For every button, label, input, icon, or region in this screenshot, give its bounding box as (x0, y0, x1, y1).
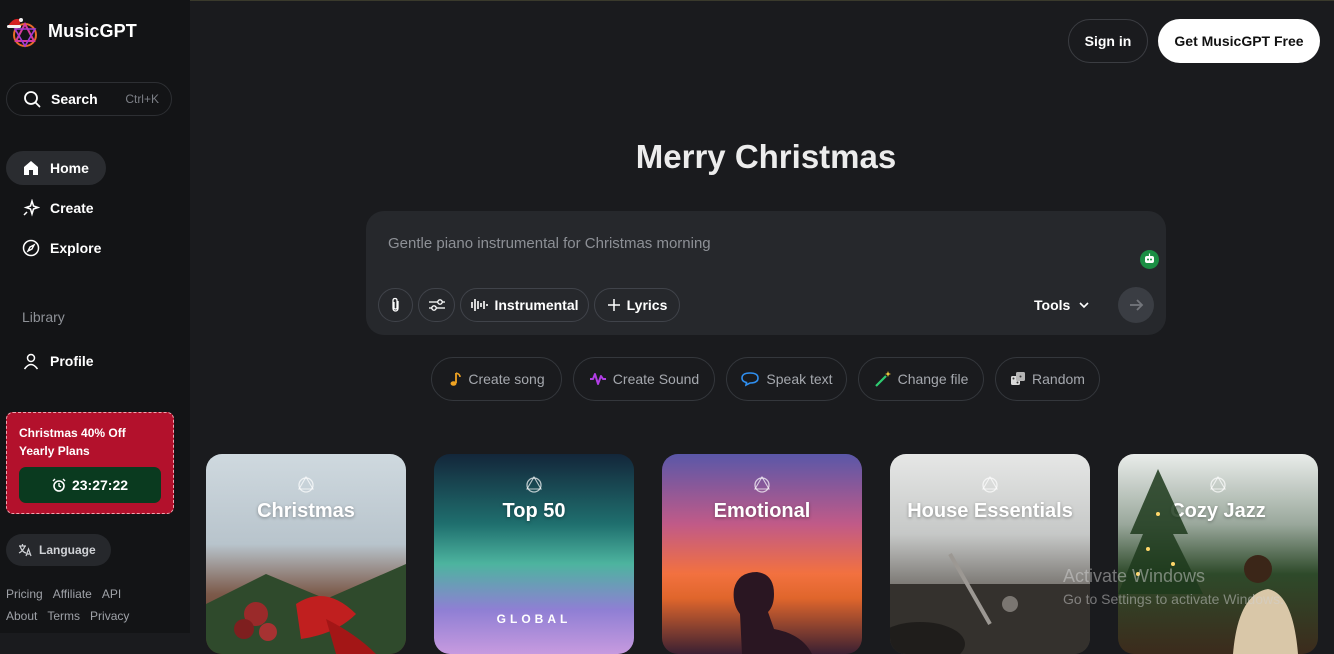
instrumental-label: Instrumental (494, 297, 579, 313)
activate-windows-watermark: Activate Windows Go to Settings to activ… (1063, 566, 1284, 607)
sign-in-button[interactable]: Sign in (1068, 19, 1148, 63)
chip-change-file-label: Change file (897, 371, 969, 387)
musicgpt-watermark-icon (298, 475, 314, 493)
speech-bubble-icon (741, 372, 760, 387)
tools-label: Tools (1034, 297, 1071, 313)
nav-home[interactable]: Home (6, 151, 106, 185)
soundwave-icon (589, 373, 606, 385)
user-icon (23, 353, 39, 370)
chip-speak-text[interactable]: Speak text (726, 357, 847, 401)
footer-affiliate-link[interactable]: Affiliate (53, 587, 92, 601)
promo-timer[interactable]: 23:27:22 (19, 467, 161, 503)
footer-about-link[interactable]: About (6, 609, 37, 623)
chip-create-song-label: Create song (468, 371, 545, 387)
compass-icon (22, 239, 40, 257)
promo-banner[interactable]: Christmas 40% Off Yearly Plans 23:27:22 (6, 412, 174, 514)
playlist-card-christmas[interactable]: Christmas (206, 454, 406, 654)
nav-create-label: Create (50, 200, 94, 216)
plus-icon (607, 299, 620, 311)
send-button[interactable] (1118, 287, 1154, 323)
sliders-icon (428, 299, 445, 311)
search-label: Search (51, 91, 98, 107)
playlist-card-top-50[interactable]: Top 50 GLOBAL (434, 454, 634, 654)
chip-random-label: Random (1032, 371, 1085, 387)
playlist-title: Top 50 (502, 500, 566, 522)
brand-name: MusicGPT (48, 20, 137, 41)
playlist-card-cozy-jazz[interactable]: Cozy Jazz (1118, 454, 1318, 654)
assistant-bot-icon[interactable] (1140, 250, 1159, 269)
dice-icon (1011, 372, 1026, 385)
prompt-input[interactable]: Gentle piano instrumental for Christmas … (388, 235, 711, 252)
nav-explore-label: Explore (50, 240, 102, 256)
footer-links-row2: About Terms Privacy (6, 609, 139, 623)
tools-dropdown[interactable]: Tools (1034, 297, 1090, 313)
footer-terms-link[interactable]: Terms (47, 609, 80, 623)
footer-api-link[interactable]: API (102, 587, 121, 601)
ornament-illustration (206, 564, 406, 654)
silhouette-illustration (733, 572, 812, 654)
brand[interactable]: MusicGPT (6, 14, 137, 48)
music-note-icon (450, 372, 462, 386)
chip-create-song[interactable]: Create song (431, 357, 562, 401)
translate-icon (18, 544, 32, 557)
chip-create-sound-label: Create Sound (612, 371, 700, 387)
turntable-illustration (890, 553, 1090, 654)
window-top-border (0, 0, 1334, 1)
watermark-line2: Go to Settings to activate Windows. (1063, 591, 1284, 607)
alarm-clock-icon (52, 478, 66, 492)
nav-profile[interactable]: Profile (6, 344, 110, 378)
sparkle-icon (23, 199, 40, 217)
playlist-card-house-essentials[interactable]: House Essentials (890, 454, 1090, 654)
musicgpt-watermark-icon (754, 475, 770, 493)
home-icon (24, 161, 38, 175)
search-button[interactable]: Search Ctrl+K (6, 82, 172, 116)
settings-sliders-button[interactable] (418, 288, 455, 322)
chip-change-file[interactable]: Change file (858, 357, 984, 401)
chevron-down-icon (1079, 302, 1089, 309)
waveform-icon (471, 299, 489, 311)
language-button[interactable]: Language (6, 534, 111, 566)
search-icon (24, 91, 41, 108)
playlist-card-emotional[interactable]: Emotional (662, 454, 862, 654)
prompt-box: Gentle piano instrumental for Christmas … (366, 211, 1166, 335)
chip-speak-text-label: Speak text (766, 371, 833, 387)
musicgpt-watermark-icon (526, 475, 542, 493)
instrumental-toggle[interactable]: Instrumental (460, 288, 589, 322)
search-shortcut: Ctrl+K (125, 92, 159, 106)
get-free-button[interactable]: Get MusicGPT Free (1158, 19, 1320, 63)
footer-links-row1: Pricing Affiliate API (6, 587, 131, 601)
footer-privacy-link[interactable]: Privacy (90, 609, 129, 623)
paperclip-icon (391, 297, 399, 312)
chip-random[interactable]: Random (995, 357, 1100, 401)
playlist-title: Christmas (257, 500, 355, 522)
nav-explore[interactable]: Explore (6, 231, 117, 265)
language-label: Language (39, 543, 96, 557)
musicgpt-watermark-icon (982, 475, 998, 493)
nav-profile-label: Profile (50, 353, 94, 369)
promo-timer-value: 23:27:22 (71, 477, 129, 493)
library-heading: Library (22, 309, 65, 325)
lyrics-label: Lyrics (626, 297, 668, 313)
musicgpt-logo-icon (6, 14, 40, 48)
page-title: Merry Christmas (635, 138, 897, 175)
watermark-line1: Activate Windows (1063, 566, 1206, 586)
chip-create-sound[interactable]: Create Sound (573, 357, 715, 401)
magic-wand-icon (874, 371, 891, 387)
nav-home-label: Home (50, 160, 89, 176)
playlist-title: Emotional (713, 500, 811, 522)
footer-pricing-link[interactable]: Pricing (6, 587, 43, 601)
playlist-title: House Essentials (907, 500, 1073, 522)
playlist-subtitle: GLOBAL (496, 612, 572, 626)
sidebar: MusicGPT Search Ctrl+K Home Create Explo… (0, 0, 190, 633)
christmas-tree-illustration (1118, 469, 1298, 654)
nav-create[interactable]: Create (6, 191, 110, 225)
attach-button[interactable] (378, 288, 413, 322)
promo-text: Christmas 40% Off Yearly Plans (19, 426, 126, 458)
lyrics-button[interactable]: Lyrics (594, 288, 680, 322)
arrow-right-icon (1130, 299, 1144, 311)
